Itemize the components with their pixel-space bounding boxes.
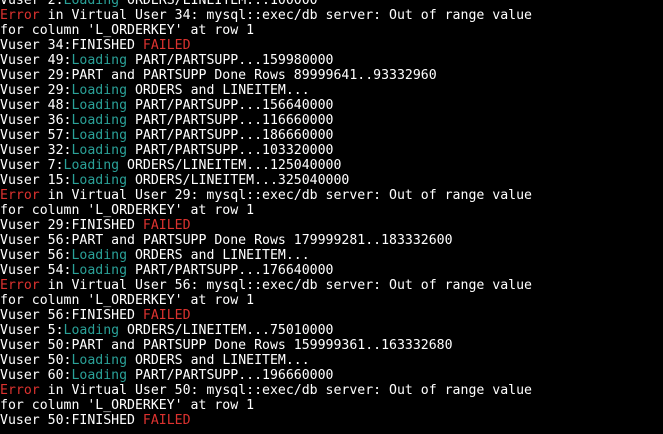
log-text: ORDERS/LINEITEM...100000 [119,0,318,8]
log-text: PART/PARTSUPP...116660000 [127,113,334,128]
loading-keyword: Loading [71,173,128,188]
terminal-line: Vuser 7:Loading ORDERS/LINEITEM...125040… [0,158,663,173]
log-text: Vuser 7: [0,158,64,173]
terminal-line: Vuser 36:Loading PART/PARTSUPP...1166600… [0,113,663,128]
terminal-line: Vuser 29:Loading ORDERS and LINEITEM... [0,83,663,98]
terminal-line: Vuser 15:Loading ORDERS/LINEITEM...32504… [0,173,663,188]
loading-keyword: Loading [71,128,128,143]
log-text: Vuser 48: [0,98,72,113]
log-text: Vuser 5: [0,323,64,338]
error-keyword: Error [0,278,40,293]
log-text: PART/PARTSUPP...176640000 [127,263,334,278]
log-text: Vuser 15: [0,173,72,188]
terminal-line: Vuser 57:Loading PART/PARTSUPP...1866600… [0,128,663,143]
log-text: Vuser 57: [0,128,72,143]
loading-keyword: Loading [63,0,120,8]
error-keyword: Error [0,8,40,23]
loading-keyword: Loading [71,143,128,158]
terminal-line: for column 'L_ORDERKEY' at row 1 [0,203,663,218]
terminal-line: Vuser 49:Loading PART/PARTSUPP...1599800… [0,53,663,68]
loading-keyword: Loading [71,53,128,68]
loading-keyword: Loading [71,368,128,383]
terminal-line: Vuser 50:PART and PARTSUPP Done Rows 159… [0,338,663,353]
log-text: in Virtual User 29: mysql::exec/db serve… [39,188,532,203]
terminal-line: for column 'L_ORDERKEY' at row 1 [0,398,663,413]
terminal-line: Vuser 60:Loading PART/PARTSUPP...1966600… [0,368,663,383]
terminal-line: Vuser 34:FINISHED FAILED [0,38,663,53]
terminal-line: Error in Virtual User 56: mysql::exec/db… [0,278,663,293]
log-text: Vuser 60: [0,368,72,383]
log-text: Vuser 32: [0,143,72,158]
loading-keyword: Loading [71,353,128,368]
log-text: PART/PARTSUPP...196660000 [127,368,334,383]
terminal-line: Error in Virtual User 29: mysql::exec/db… [0,188,663,203]
log-text: for column 'L_ORDERKEY' at row 1 [0,398,255,413]
error-keyword: Error [0,383,40,398]
log-text: Vuser 29: [0,83,72,98]
terminal-line: Vuser 29:FINISHED FAILED [0,218,663,233]
failed-status: FAILED [142,413,191,428]
failed-status: FAILED [142,218,191,233]
log-text: Vuser 50: [0,353,72,368]
terminal-line: Vuser 5:Loading ORDERS/LINEITEM...750100… [0,323,663,338]
log-text: Vuser 36: [0,113,72,128]
loading-keyword: Loading [71,263,128,278]
terminal-line: for column 'L_ORDERKEY' at row 1 [0,293,663,308]
log-text: Vuser 2: [0,0,64,8]
failed-status: FAILED [142,308,191,323]
log-text: PART/PARTSUPP...159980000 [127,53,334,68]
loading-keyword: Loading [71,98,128,113]
terminal-line: Vuser 48:Loading PART/PARTSUPP...1566400… [0,98,663,113]
log-text: Vuser 56:FINISHED [0,308,143,323]
log-text: Vuser 49: [0,53,72,68]
terminal-line: Vuser 56:PART and PARTSUPP Done Rows 179… [0,233,663,248]
log-text: Vuser 29:PART and PARTSUPP Done Rows 899… [0,68,437,83]
log-text: Vuser 56:PART and PARTSUPP Done Rows 179… [0,233,453,248]
log-text: ORDERS and LINEITEM... [127,353,310,368]
log-text: for column 'L_ORDERKEY' at row 1 [0,293,255,308]
terminal-line: Error in Virtual User 50: mysql::exec/db… [0,383,663,398]
log-text: Vuser 54: [0,263,72,278]
terminal-output[interactable]: Vuser 2:Loading ORDERS/LINEITEM...100000… [0,0,663,428]
log-text: Vuser 56: [0,248,72,263]
log-text: Vuser 29:FINISHED [0,218,143,233]
log-text: PART/PARTSUPP...186660000 [127,128,334,143]
error-keyword: Error [0,188,40,203]
loading-keyword: Loading [71,248,128,263]
log-text: Vuser 50:PART and PARTSUPP Done Rows 159… [0,338,453,353]
terminal-line: Vuser 50:FINISHED FAILED [0,413,663,428]
log-text: ORDERS and LINEITEM... [127,248,310,263]
log-text: ORDERS and LINEITEM... [127,83,310,98]
log-text: PART/PARTSUPP...103320000 [127,143,334,158]
failed-status: FAILED [142,38,191,53]
log-text: in Virtual User 34: mysql::exec/db serve… [39,8,532,23]
loading-keyword: Loading [71,83,128,98]
log-text: for column 'L_ORDERKEY' at row 1 [0,203,255,218]
terminal-line: Vuser 29:PART and PARTSUPP Done Rows 899… [0,68,663,83]
log-text: for column 'L_ORDERKEY' at row 1 [0,23,255,38]
log-text: PART/PARTSUPP...156640000 [127,98,334,113]
log-text: ORDERS/LINEITEM...75010000 [119,323,334,338]
terminal-line: Vuser 54:Loading PART/PARTSUPP...1766400… [0,263,663,278]
log-text: in Virtual User 50: mysql::exec/db serve… [39,383,532,398]
terminal-line: Error in Virtual User 34: mysql::exec/db… [0,8,663,23]
log-text: ORDERS/LINEITEM...125040000 [119,158,342,173]
loading-keyword: Loading [63,323,120,338]
terminal-line: Vuser 56:Loading ORDERS and LINEITEM... [0,248,663,263]
log-text: Vuser 34:FINISHED [0,38,143,53]
log-text: in Virtual User 56: mysql::exec/db serve… [39,278,532,293]
log-text: ORDERS/LINEITEM...325040000 [127,173,350,188]
loading-keyword: Loading [71,113,128,128]
terminal-line: Vuser 50:Loading ORDERS and LINEITEM... [0,353,663,368]
terminal-line: for column 'L_ORDERKEY' at row 1 [0,23,663,38]
terminal-line: Vuser 56:FINISHED FAILED [0,308,663,323]
loading-keyword: Loading [63,158,120,173]
terminal-line: Vuser 2:Loading ORDERS/LINEITEM...100000 [0,0,663,8]
terminal-line: Vuser 32:Loading PART/PARTSUPP...1033200… [0,143,663,158]
log-text: Vuser 50:FINISHED [0,413,143,428]
